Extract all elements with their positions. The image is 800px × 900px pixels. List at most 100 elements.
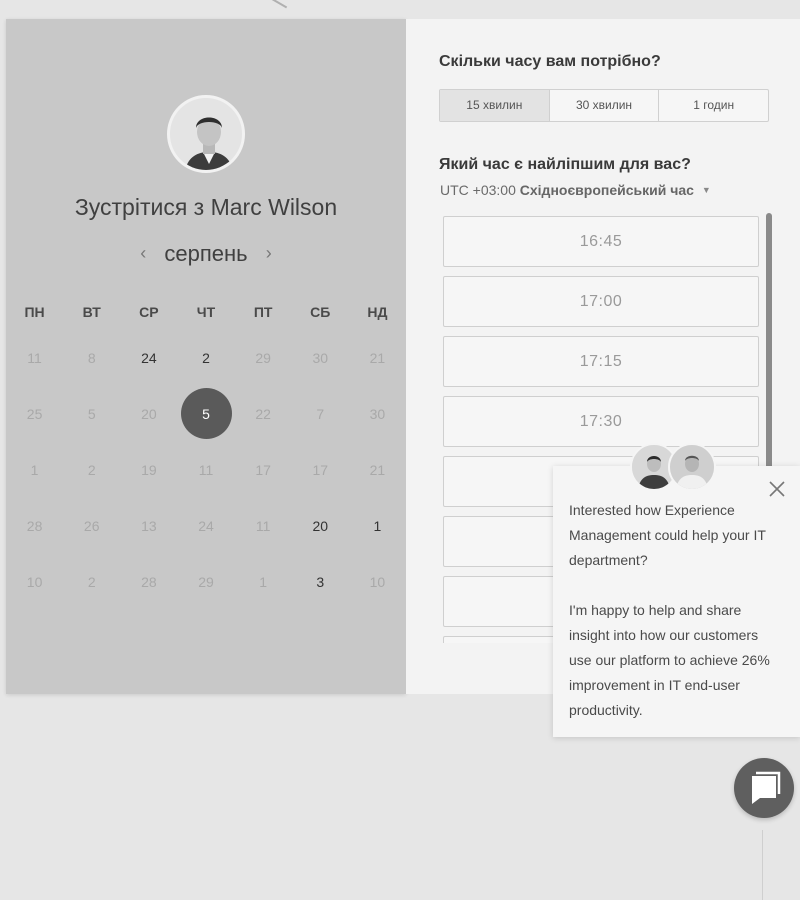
- calendar-day[interactable]: 3: [292, 556, 349, 608]
- calendar-day: 26: [63, 500, 120, 552]
- calendar-day: 24: [177, 500, 234, 552]
- calendar-day-number: 28: [141, 574, 157, 590]
- calendar-day-number: 30: [369, 406, 386, 422]
- calendar-day: 30: [292, 332, 349, 384]
- chat-message: Interested how Experience Management cou…: [569, 498, 784, 748]
- calendar-day-number: 24: [198, 518, 214, 534]
- weekday-label: ПТ: [253, 304, 273, 320]
- calendar-day: 1: [6, 444, 63, 496]
- calendar-day-number: 2: [202, 350, 210, 366]
- calendar-day-number: 11: [27, 350, 42, 366]
- chat-launcher-button[interactable]: [734, 758, 794, 818]
- calendar-day: 17: [235, 444, 292, 496]
- calendar-panel: Зустрітися з Marc Wilson ‹ серпень › ПН …: [6, 19, 406, 694]
- calendar-week-row: 11 8 24 2 29 30 21: [6, 332, 406, 384]
- calendar-day[interactable]: 20: [292, 500, 349, 552]
- duration-60-button[interactable]: 1 годин: [659, 90, 768, 121]
- calendar-day-number: 1: [259, 574, 268, 590]
- calendar-day-number: 7: [316, 406, 325, 422]
- time-slot-button[interactable]: 17:00: [443, 276, 759, 327]
- calendar-week-row: 28 26 13 24 11 20 1: [6, 500, 406, 552]
- calendar-day[interactable]: 1: [349, 500, 406, 552]
- chat-bubble-icon: [752, 771, 781, 804]
- chat-message-1: Interested how Experience Management cou…: [569, 502, 766, 568]
- calendar-day-number: 2: [87, 462, 96, 478]
- duration-30-button[interactable]: 30 хвилин: [550, 90, 660, 121]
- calendar-day-number: 29: [255, 350, 271, 366]
- calendar-day-number: 19: [141, 462, 157, 478]
- time-slot-button[interactable]: 17:15: [443, 336, 759, 387]
- calendar-day: 2: [63, 444, 120, 496]
- calendar-day: 1: [235, 556, 292, 608]
- calendar-day: 11: [6, 332, 63, 384]
- chat-agent-avatars: [630, 443, 720, 493]
- calendar-day-number: 21: [369, 350, 386, 366]
- calendar-day: 7: [292, 388, 349, 440]
- top-decoration: [268, 0, 292, 9]
- chevron-left-icon[interactable]: ‹: [128, 243, 158, 264]
- calendar-day-number: 29: [198, 574, 214, 590]
- time-slot-button[interactable]: 17:30: [443, 396, 759, 447]
- calendar-day: 29: [177, 556, 234, 608]
- calendar-day-number: 25: [26, 406, 43, 422]
- calendar-day-number: 17: [255, 462, 271, 478]
- calendar-day-number: 17: [312, 462, 329, 478]
- calendar-day: 30: [349, 388, 406, 440]
- calendar-day-selected[interactable]: 5: [177, 388, 234, 440]
- calendar-day: 28: [120, 556, 177, 608]
- calendar-day: 21: [349, 444, 406, 496]
- calendar-day: 5: [63, 388, 120, 440]
- calendar-day[interactable]: 24: [120, 332, 177, 384]
- calendar-day: 25: [6, 388, 63, 440]
- weekday-label: ПН: [24, 304, 45, 320]
- calendar-day: 28: [6, 500, 63, 552]
- calendar-day-number: 22: [255, 406, 271, 422]
- calendar-day: 10: [349, 556, 406, 608]
- calendar-day: 22: [235, 388, 292, 440]
- chevron-right-icon[interactable]: ›: [254, 243, 284, 264]
- calendar-day-number: 11: [255, 518, 271, 534]
- calendar-day-number: 30: [312, 350, 329, 366]
- calendar-day: 17: [292, 444, 349, 496]
- calendar-day-number: 10: [26, 574, 43, 590]
- calendar-day: 10: [6, 556, 63, 608]
- calendar-day-number: 3: [316, 574, 325, 590]
- calendar-day-number: 11: [198, 462, 214, 478]
- calendar-day-number: 20: [141, 406, 157, 422]
- calendar-day-number: 5: [87, 406, 96, 422]
- weekday-label: СР: [139, 304, 159, 320]
- close-icon[interactable]: [766, 478, 788, 500]
- weekday-header: ПН ВТ СР ЧТ ПТ СБ НД: [6, 302, 406, 322]
- duration-selector: 15 хвилин 30 хвилин 1 годин: [439, 89, 769, 122]
- calendar-day-number: 21: [369, 462, 386, 478]
- calendar-week-row: 25 5 20 5 22 7 30: [6, 388, 406, 440]
- calendar-day: 29: [235, 332, 292, 384]
- time-slot-button[interactable]: 16:45: [443, 216, 759, 267]
- weekday-label: НД: [367, 304, 388, 320]
- timezone-dropdown[interactable]: UTC +03:00 Східноєвропейський час ▼: [440, 182, 711, 198]
- calendar-day: 8: [63, 332, 120, 384]
- timezone-name: Східноєвропейський час: [519, 182, 694, 198]
- calendar-day-number: 5: [202, 406, 210, 422]
- calendar-day-number: 1: [30, 462, 39, 478]
- host-avatar: [167, 95, 245, 173]
- page-edge: [762, 830, 763, 900]
- calendar-day: 13: [120, 500, 177, 552]
- duration-question: Скільки часу вам потрібно?: [439, 53, 661, 70]
- calendar-day-number: 8: [87, 350, 96, 366]
- weekday-label: ВТ: [82, 304, 101, 320]
- calendar-week-row: 10 2 28 29 1 3 10: [6, 556, 406, 608]
- calendar-day-number: 13: [141, 518, 157, 534]
- calendar-day: 21: [349, 332, 406, 384]
- calendar-day: 11: [177, 444, 234, 496]
- calendar-week-row: 1 2 19 11 17 17 21: [6, 444, 406, 496]
- caret-down-icon: ▼: [701, 185, 711, 195]
- calendar-day[interactable]: 2: [177, 332, 234, 384]
- chat-message-2: I'm happy to help and share insight into…: [569, 602, 770, 718]
- weekday-label: ЧТ: [196, 304, 216, 320]
- duration-15-button[interactable]: 15 хвилин: [440, 90, 550, 121]
- calendar-day-number: 10: [369, 574, 386, 590]
- slot-scrollbar[interactable]: [766, 213, 772, 478]
- calendar-day: 20: [120, 388, 177, 440]
- timezone-offset: UTC +03:00: [440, 182, 516, 198]
